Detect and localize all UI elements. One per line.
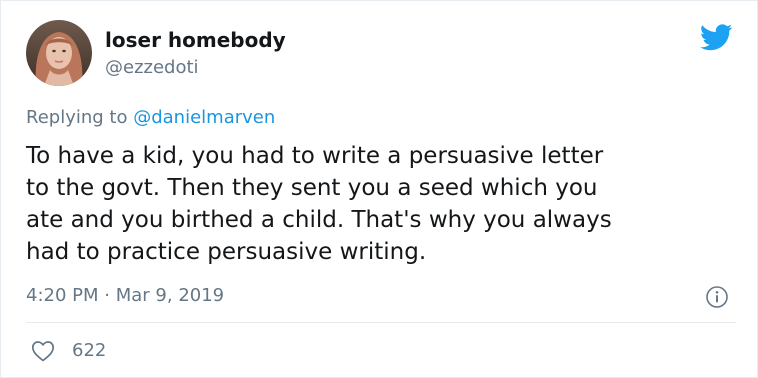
avatar[interactable] [26, 20, 92, 86]
tweet-text-line: To have a kid, you had to write a persua… [26, 143, 604, 169]
divider [26, 322, 736, 323]
reply-handle-link[interactable]: @danielmarven [133, 107, 275, 128]
avatar-image [26, 20, 92, 86]
tweet-text-line: to the govt. Then they sent you a seed w… [26, 175, 598, 201]
replying-to-label: Replying to [26, 107, 128, 128]
heart-icon[interactable] [31, 340, 55, 362]
tweet-date: Mar 9, 2019 [115, 285, 225, 306]
tweet-card: loser homebody @ezzedoti Replying to @da… [0, 0, 758, 378]
meta-separator: · [104, 285, 110, 306]
like-count: 622 [72, 340, 107, 361]
twitter-bird-icon[interactable] [700, 24, 733, 51]
info-icon[interactable] [705, 285, 729, 309]
tweet-time: 4:20 PM [26, 285, 99, 306]
tweet-text: To have a kid, you had to write a persua… [26, 140, 746, 268]
author-handle[interactable]: @ezzedoti [105, 57, 199, 79]
replying-to-line: Replying to @danielmarven [26, 107, 275, 129]
tweet-text-line: had to practice persuasive writing. [26, 239, 427, 265]
author-display-name[interactable]: loser homebody [105, 28, 286, 52]
tweet-text-line: ate and you birthed a child. That's why … [26, 207, 612, 233]
tweet-timestamp[interactable]: 4:20 PM · Mar 9, 2019 [26, 285, 224, 307]
